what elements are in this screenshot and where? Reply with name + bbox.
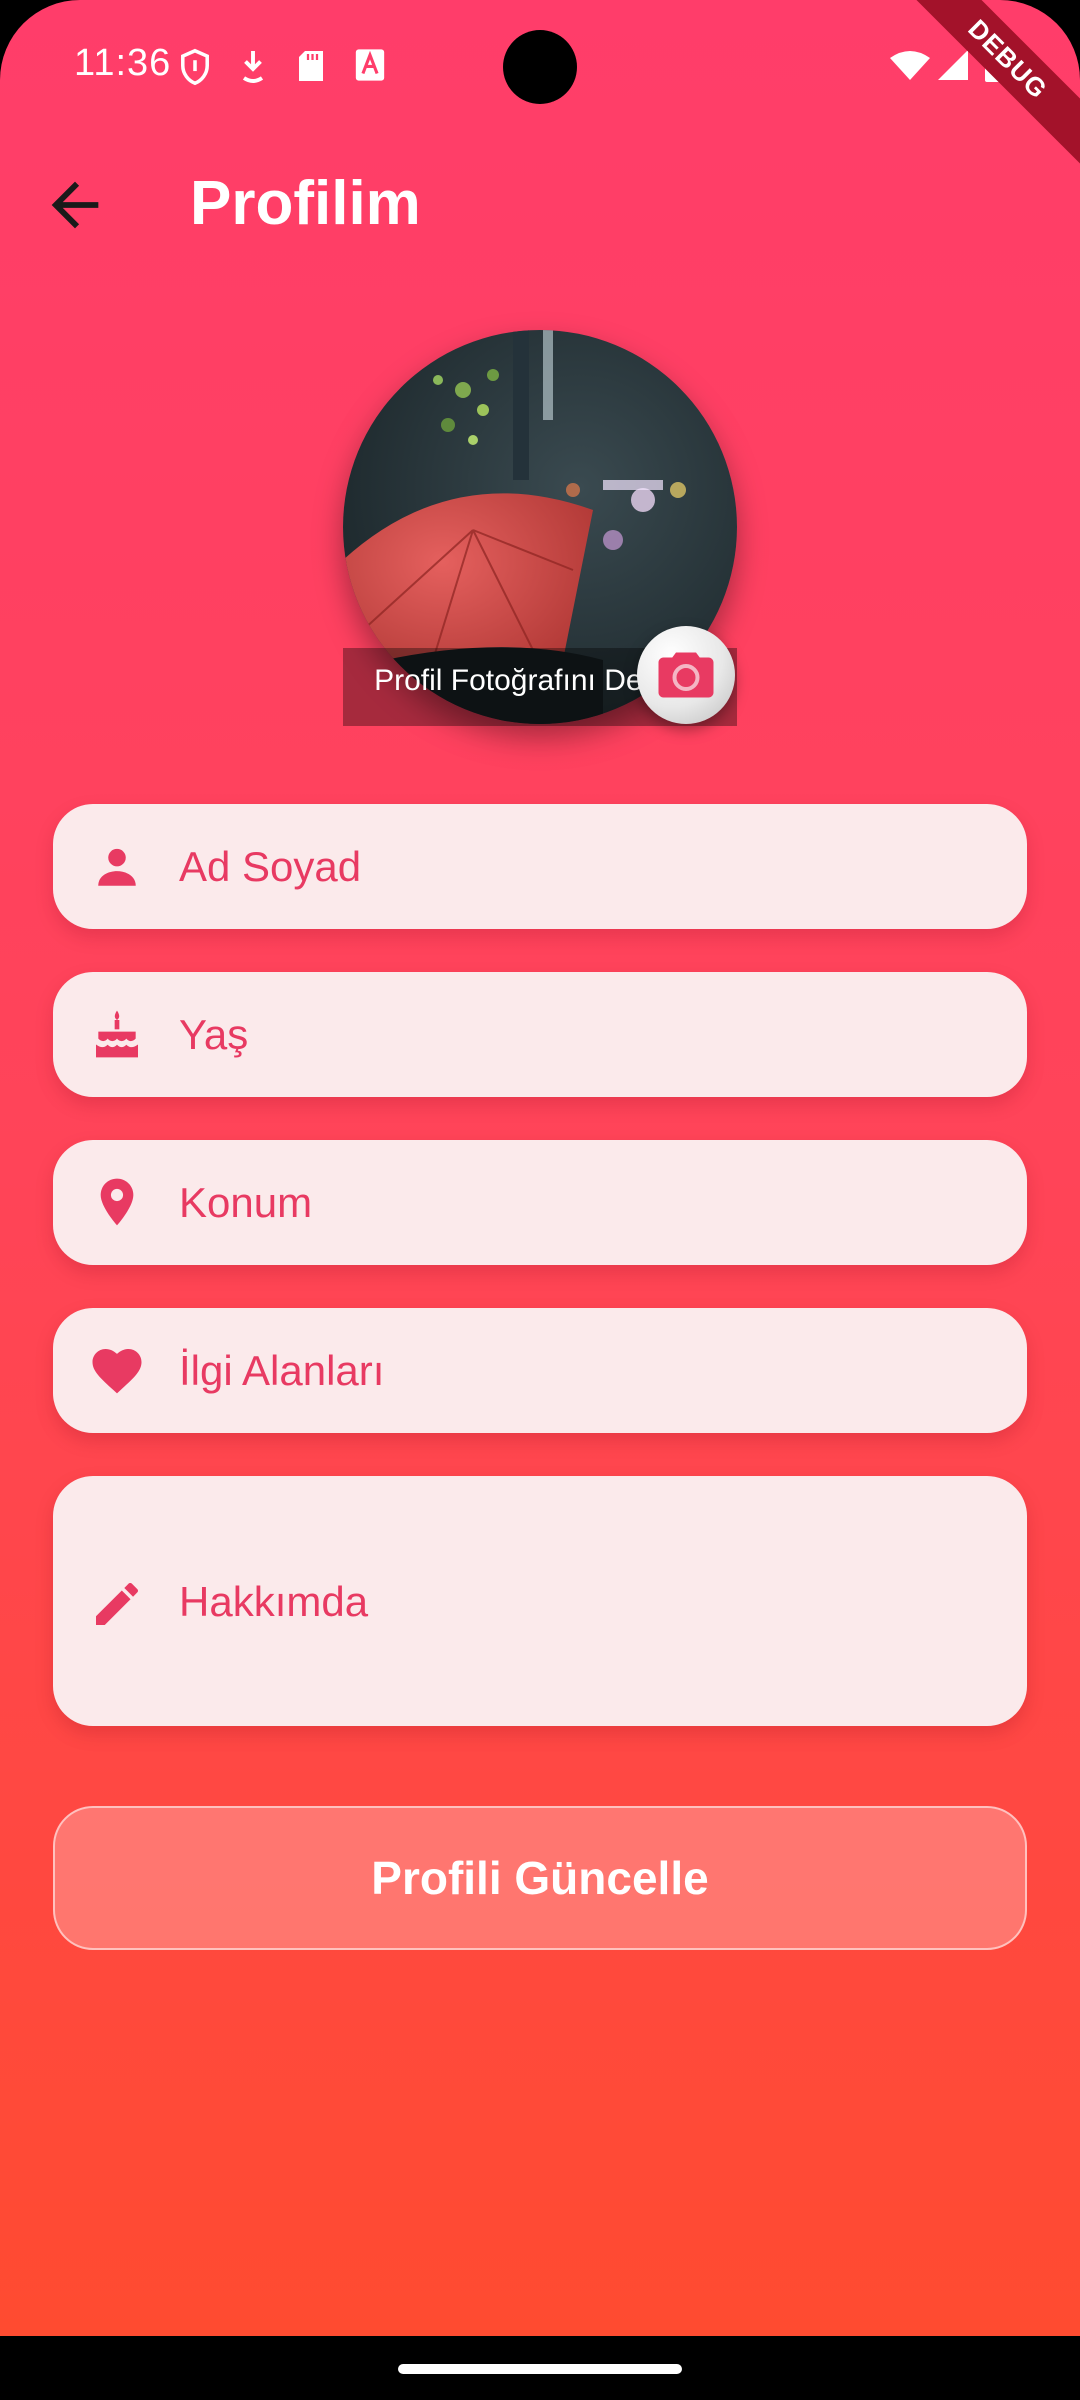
pencil-icon: [96, 1582, 138, 1625]
age-field[interactable]: [53, 972, 1027, 1097]
name-input[interactable]: [179, 842, 997, 892]
shield-icon: [178, 48, 212, 91]
location-field[interactable]: [53, 1140, 1027, 1265]
page-title: Profilim: [190, 169, 421, 238]
interests-field[interactable]: [53, 1308, 1027, 1433]
update-profile-button[interactable]: Profili Güncelle: [53, 1806, 1027, 1950]
front-camera: [503, 30, 577, 104]
app-screen: 11:36 DEBUG Profilim Profil Fotoğrafını …: [0, 0, 1080, 2336]
interests-input[interactable]: [179, 1346, 997, 1396]
location-pin-icon: [100, 1178, 134, 1226]
age-input[interactable]: [179, 1010, 997, 1060]
status-time: 11:36: [74, 42, 172, 84]
sd-card-icon: [296, 48, 326, 89]
home-indicator[interactable]: [398, 2364, 682, 2374]
change-photo-button[interactable]: [637, 626, 735, 724]
about-field[interactable]: [53, 1476, 1027, 1726]
signal-icon: [936, 48, 970, 87]
text-a-icon: [354, 48, 386, 87]
person-icon: [98, 848, 136, 886]
back-button[interactable]: [40, 170, 110, 240]
wifi-icon: [888, 50, 932, 87]
location-input[interactable]: [179, 1178, 997, 1228]
status-bar: 11:36 DEBUG: [0, 0, 1080, 168]
cake-icon: [96, 1010, 138, 1058]
about-input[interactable]: [179, 1578, 997, 1632]
download-icon: [238, 48, 268, 89]
camera-icon: [658, 652, 714, 698]
heart-icon: [92, 1349, 142, 1394]
arrow-left-icon: [51, 181, 99, 229]
name-field[interactable]: [53, 804, 1027, 929]
